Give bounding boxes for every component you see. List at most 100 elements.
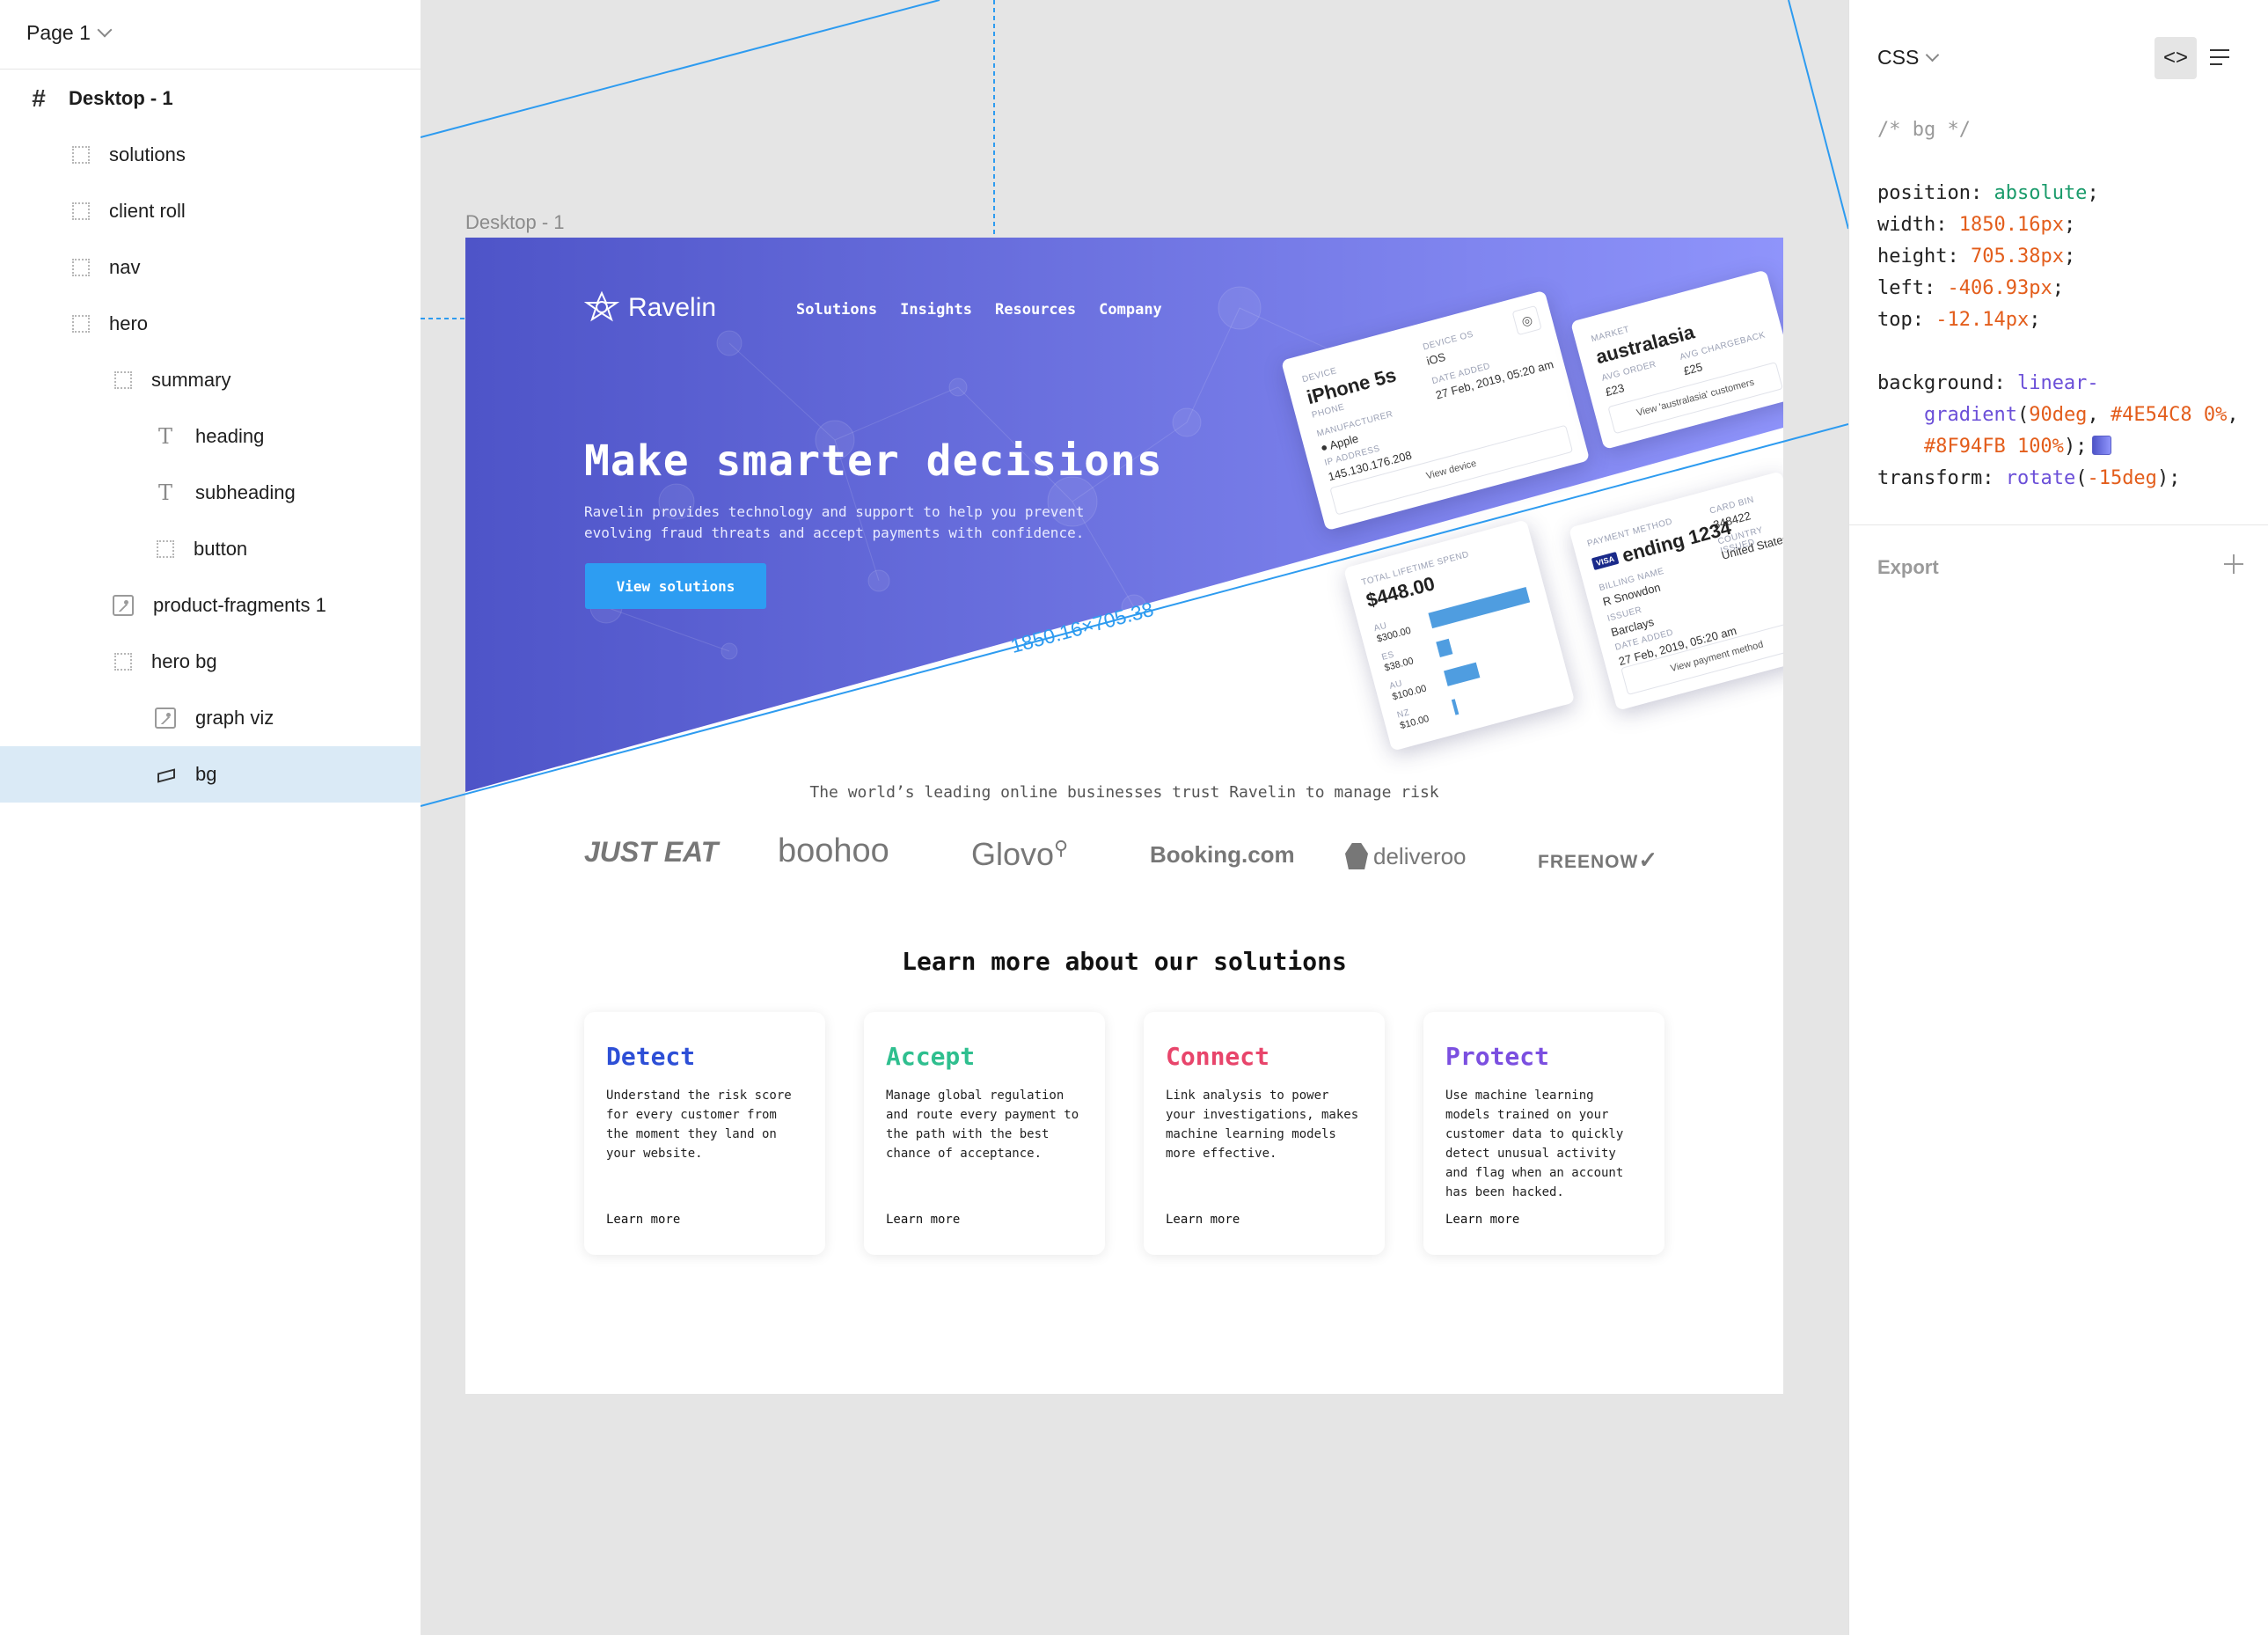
code-comment: /* bg */ [1877,119,1971,141]
group-dotted-icon [114,371,132,389]
layer-item[interactable]: button [0,521,421,577]
layer-name: hero [109,312,149,334]
chevron-down-icon [1926,48,1940,62]
card-title: Accept [886,1042,976,1071]
learn-more-link[interactable]: Learn more [1445,1213,1519,1227]
deliveroo-text: deliveroo [1373,843,1467,869]
brand-booking: Booking.com [1150,841,1295,868]
rectangle-icon [155,764,176,785]
layer-item[interactable]: nav [0,239,421,296]
code-fn: rotate [2005,467,2076,489]
frame-label[interactable]: Desktop - 1 [465,211,565,234]
card-protect[interactable]: Protect Use machine learning models trai… [1423,1012,1664,1255]
plus-icon[interactable] [2220,551,2247,577]
code-prop: position [1877,182,1971,204]
subheading-line: Ravelin provides technology and support … [584,503,1085,520]
card-text: Manage global regulation and route every… [886,1089,1079,1161]
card-text: Use machine learning models trained on y… [1445,1089,1624,1199]
subheading-line: evolving fraud threats and accept paymen… [584,524,1085,541]
layer-name: button [194,538,248,560]
code-fn: linear- [2016,372,2099,394]
layer-item[interactable]: product-fragments 1 [0,577,421,634]
text-icon: T [157,480,172,505]
group-dotted-icon [114,653,132,671]
os-label: DEVICE OS [1422,329,1475,353]
page-selector[interactable]: Page 1 [26,19,113,46]
nav-resources[interactable]: Resources [995,301,1076,319]
layer-item[interactable]: summary [0,352,421,408]
card-detect[interactable]: Detect Understand the risk score for eve… [584,1012,825,1255]
layer-item[interactable]: hero [0,296,421,352]
divider [1849,524,2268,525]
visa-icon: VISA [1591,551,1620,571]
image-icon [155,708,176,729]
design-canvas[interactable]: Desktop - 1 Ravelin Solutions Insights R… [421,0,1848,1635]
os-value: iOS [1424,349,1447,368]
spend-bar [1451,699,1460,715]
hero-heading: Make smarter decisions [584,436,1163,486]
text-icon: T [157,424,172,449]
code-prop: top [1877,309,1913,331]
learn-more-link[interactable]: Learn more [886,1213,960,1227]
site-nav: Solutions Insights Resources Company [796,301,1162,319]
solutions-title: Learn more about our solutions [902,947,1347,976]
layer-item[interactable]: # Desktop - 1 [0,70,421,127]
layer-item[interactable]: solutions [0,127,421,183]
logo-text: Ravelin [628,293,717,322]
card-connect[interactable]: Connect Link analysis to power your inve… [1144,1012,1385,1255]
ravelin-logo-icon [584,290,619,322]
nav-company[interactable]: Company [1099,301,1162,319]
code-value: 1850.16px [1958,214,2064,236]
group-dotted-icon [72,202,90,220]
layers-panel: Page 1 # Desktop - 1 solutions client roll n… [0,0,421,1635]
layer-item[interactable]: Theading [0,408,421,465]
view-solutions-button[interactable]: View solutions [585,563,766,609]
layer-name: graph viz [195,707,274,729]
list-view-icon[interactable] [2205,42,2236,74]
layer-item[interactable]: bg [0,746,421,803]
desktop-frame[interactable]: Ravelin Solutions Insights Resources Com… [465,238,1783,1394]
avg-order-value: £23 [1604,380,1626,400]
selection-edge-right [1788,0,1848,230]
brand-deliveroo: deliveroo [1345,843,1467,870]
layer-name: bg [195,763,217,785]
layer-name: hero bg [151,650,217,672]
image-icon [113,595,134,616]
nav-solutions[interactable]: Solutions [796,301,877,319]
frame-hash-icon: # [32,84,46,112]
code-value: -406.93px [1947,277,2052,299]
page-name: Page 1 [26,20,91,44]
gradient-swatch[interactable] [2092,436,2112,455]
fingerprint-icon: ◎ [1511,304,1542,336]
inspect-panel: CSS <> /* bg */ position: absolute; widt… [1848,0,2268,1635]
code-prop: left [1877,277,1924,299]
code-value: -12.14px [1935,309,2030,331]
layer-name: summary [151,369,231,391]
code-value: #8F94FB 100% [1923,436,2064,458]
layer-item[interactable]: Tsubheading [0,465,421,521]
code-prop: background [1877,372,1994,394]
card-accept[interactable]: Accept Manage global regulation and rout… [864,1012,1105,1255]
code-view-icon[interactable]: <> [2155,37,2197,79]
css-code[interactable]: /* bg */ position: absolute; width: 1850… [1877,114,2239,495]
code-value: 90deg [2029,404,2088,426]
spend-bar [1444,662,1481,686]
brand-just-eat: JUST EAT [584,836,719,868]
nav-insights[interactable]: Insights [900,301,972,319]
layer-item[interactable]: client roll [0,183,421,239]
check-icon: ✓ [1638,847,1659,873]
layer-item[interactable]: graph viz [0,690,421,746]
layer-item[interactable]: hero bg [0,634,421,690]
spend-bar [1436,638,1452,658]
code-value: -15deg [2087,467,2157,489]
layer-name: solutions [109,143,186,165]
ravelin-logo[interactable]: Ravelin [584,290,716,326]
group-dotted-icon [72,259,90,276]
glovo-text: Glovo [971,836,1055,872]
code-language-select[interactable]: CSS [1877,46,1940,70]
card-title: Detect [606,1042,696,1071]
learn-more-link[interactable]: Learn more [606,1213,680,1227]
trust-text: The world’s leading online businesses tr… [809,783,1439,802]
learn-more-link[interactable]: Learn more [1166,1213,1240,1227]
code-value: 705.38px [1970,246,2064,268]
